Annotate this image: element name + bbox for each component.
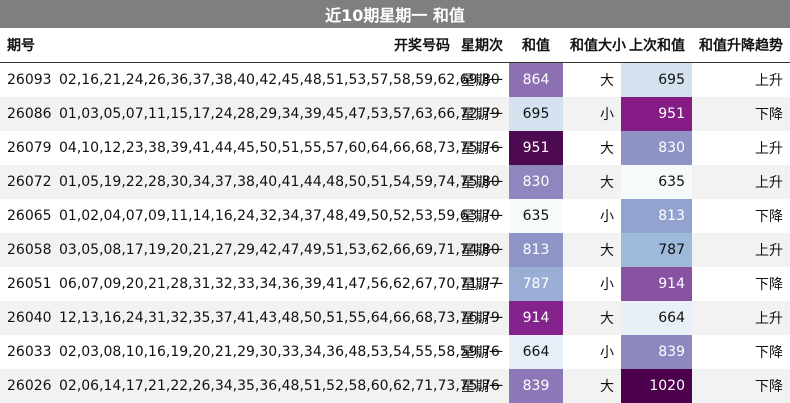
- prev-sum-cell: 695: [621, 62, 692, 97]
- trend-cell: 上升: [692, 301, 790, 335]
- table-row[interactable]: 26051 06,07,09,20,21,28,31,32,33,34,36,39…: [0, 267, 790, 301]
- issue-cell: 26072: [0, 165, 55, 199]
- weekday-cell: 星期一: [454, 369, 509, 403]
- sum-size-cell: 大: [563, 369, 621, 403]
- table-row[interactable]: 26040 12,13,16,24,31,32,35,37,41,43,48,50…: [0, 301, 790, 335]
- trend-cell: 上升: [755, 73, 783, 89]
- trend-cell: 下降: [692, 97, 790, 131]
- table-row[interactable]: 26079 04,10,12,23,38,39,41,44,45,50,51,55…: [0, 131, 790, 165]
- prev-sum-cell: 830: [621, 131, 692, 165]
- sum-cell: 787: [509, 267, 563, 301]
- table-row[interactable]: 26065 01,02,04,07,09,11,14,16,24,32,34,37…: [0, 199, 790, 233]
- winning-numbers-cell: 02,06,14,17,21,22,26,34,35,36,48,51,52,5…: [55, 369, 500, 403]
- col-header-prev-sum[interactable]: 上次和值: [621, 28, 692, 63]
- winning-numbers-cell: 01,03,05,07,11,15,17,24,28,29,34,39,45,4…: [55, 97, 500, 131]
- sum-size-cell: 小: [600, 209, 614, 225]
- table-row[interactable]: 26093 02,16,21,24,26,36,37,38,40,42,45,48…: [0, 62, 790, 97]
- winning-numbers-cell: 12,13,16,24,31,32,35,37,41,43,48,50,51,5…: [55, 301, 500, 335]
- weekday-cell: 星期一: [461, 73, 503, 89]
- sum-cell: 830: [509, 165, 563, 199]
- trend-cell: 上升: [692, 233, 790, 267]
- weekday-cell: 星期一: [461, 141, 503, 157]
- col-header-size[interactable]: 和值大小: [563, 28, 626, 63]
- trend-cell: 上升: [755, 141, 783, 157]
- weekday-cell: 星期一: [454, 165, 509, 199]
- trend-cell: 下降: [692, 369, 790, 403]
- sum-size-cell: 小: [600, 345, 614, 361]
- weekday-cell: 星期一: [461, 277, 503, 293]
- winning-numbers-cell: 01,05,19,22,28,30,34,37,38,40,41,44,48,5…: [55, 165, 500, 199]
- trend-cell: 下降: [755, 345, 783, 361]
- col-header-numbers[interactable]: 开奖号码: [55, 28, 454, 63]
- trend-cell: 下降: [755, 209, 783, 225]
- table-row[interactable]: 26086 01,03,05,07,11,15,17,24,28,29,34,39…: [0, 97, 790, 131]
- issue-cell: 26033: [7, 344, 52, 360]
- sum-size-cell: 小: [563, 97, 621, 131]
- sum-report-window: 近10期星期一 和值 期号 开奖号码 星期次 和值 和值大小 上次和值 和值升降…: [0, 0, 790, 403]
- sum-cell: 695: [509, 97, 563, 131]
- table-row[interactable]: 26058 03,05,08,17,19,20,21,27,29,42,47,49…: [0, 233, 790, 267]
- issue-cell: 26065: [7, 208, 52, 224]
- issue-cell: 26079: [7, 140, 52, 156]
- prev-sum-cell: 1020: [621, 369, 692, 403]
- winning-numbers-cell: 03,05,08,17,19,20,21,27,29,42,47,49,51,5…: [55, 233, 500, 267]
- trend-cell: 下降: [755, 277, 783, 293]
- weekday-cell: 星期一: [461, 345, 503, 361]
- sum-size-cell: 大: [563, 301, 621, 335]
- col-header-weekday[interactable]: 星期次: [454, 28, 509, 63]
- sum-cell: 864: [509, 62, 563, 97]
- prev-sum-cell: 951: [621, 97, 692, 131]
- report-title: 近10期星期一 和值: [0, 0, 790, 28]
- weekday-cell: 星期一: [454, 301, 509, 335]
- winning-numbers-cell: 06,07,09,20,21,28,31,32,33,34,36,39,41,4…: [59, 276, 500, 292]
- issue-cell: 26040: [0, 301, 55, 335]
- prev-sum-cell: 813: [621, 199, 692, 233]
- weekday-cell: 星期一: [454, 97, 509, 131]
- winning-numbers-cell: 04,10,12,23,38,39,41,44,45,50,51,55,57,6…: [59, 140, 500, 156]
- winning-numbers-cell: 01,02,04,07,09,11,14,16,24,32,34,37,48,4…: [59, 208, 500, 224]
- sum-cell: 635: [509, 199, 563, 233]
- sum-size-cell: 小: [600, 277, 614, 293]
- sum-cell: 914: [509, 301, 563, 335]
- col-header-trend[interactable]: 和值升降趋势: [692, 28, 790, 63]
- weekday-cell: 星期一: [461, 209, 503, 225]
- prev-sum-cell: 787: [621, 233, 692, 267]
- table-header-row: 期号 开奖号码 星期次 和值 和值大小 上次和值 和值升降趋势: [0, 28, 790, 63]
- winning-numbers-cell: 02,03,08,10,16,19,20,21,29,30,33,34,36,4…: [59, 344, 500, 360]
- winning-numbers-cell: 02,16,21,24,26,36,37,38,40,42,45,48,51,5…: [59, 72, 500, 88]
- prev-sum-cell: 839: [621, 335, 692, 369]
- issue-cell: 26093: [7, 72, 52, 88]
- table-row[interactable]: 26026 02,06,14,17,21,22,26,34,35,36,48,51…: [0, 369, 790, 403]
- prev-sum-cell: 664: [621, 301, 692, 335]
- prev-sum-cell: 914: [621, 267, 692, 301]
- col-header-issue[interactable]: 期号: [0, 28, 55, 63]
- trend-cell: 上升: [692, 165, 790, 199]
- sum-cell: 839: [509, 369, 563, 403]
- table-row[interactable]: 26033 02,03,08,10,16,19,20,21,29,30,33,34…: [0, 335, 790, 369]
- table-row[interactable]: 26072 01,05,19,22,28,30,34,37,38,40,41,44…: [0, 165, 790, 199]
- sum-size-cell: 大: [600, 141, 614, 157]
- sum-cell: 664: [509, 335, 563, 369]
- sum-size-cell: 大: [563, 233, 621, 267]
- sum-size-cell: 大: [563, 165, 621, 199]
- prev-sum-cell: 635: [621, 165, 692, 199]
- issue-cell: 26086: [0, 97, 55, 131]
- issue-cell: 26026: [0, 369, 55, 403]
- issue-cell: 26058: [0, 233, 55, 267]
- issue-cell: 26051: [7, 276, 52, 292]
- draw-sum-table: 期号 开奖号码 星期次 和值 和值大小 上次和值 和值升降趋势 26093 02,…: [0, 28, 790, 403]
- sum-size-cell: 大: [600, 73, 614, 89]
- weekday-cell: 星期一: [454, 233, 509, 267]
- col-header-sum[interactable]: 和值: [509, 28, 563, 63]
- sum-cell: 951: [509, 131, 563, 165]
- sum-cell: 813: [509, 233, 563, 267]
